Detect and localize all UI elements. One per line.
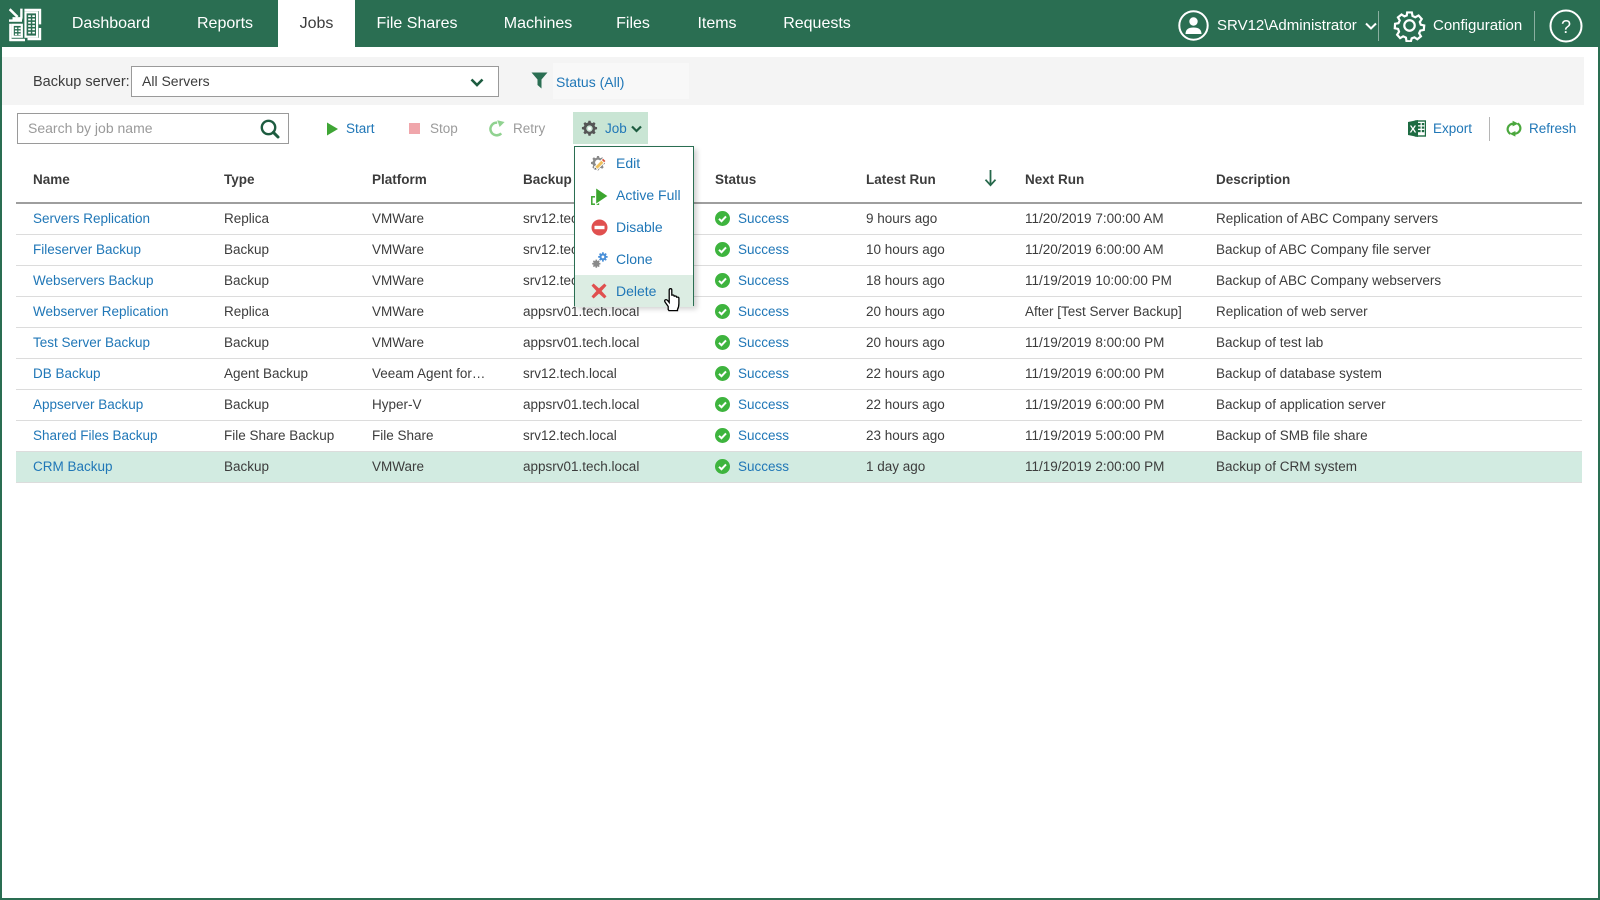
svg-text:X: X [1410, 124, 1417, 135]
svg-text:?: ? [1561, 17, 1571, 37]
